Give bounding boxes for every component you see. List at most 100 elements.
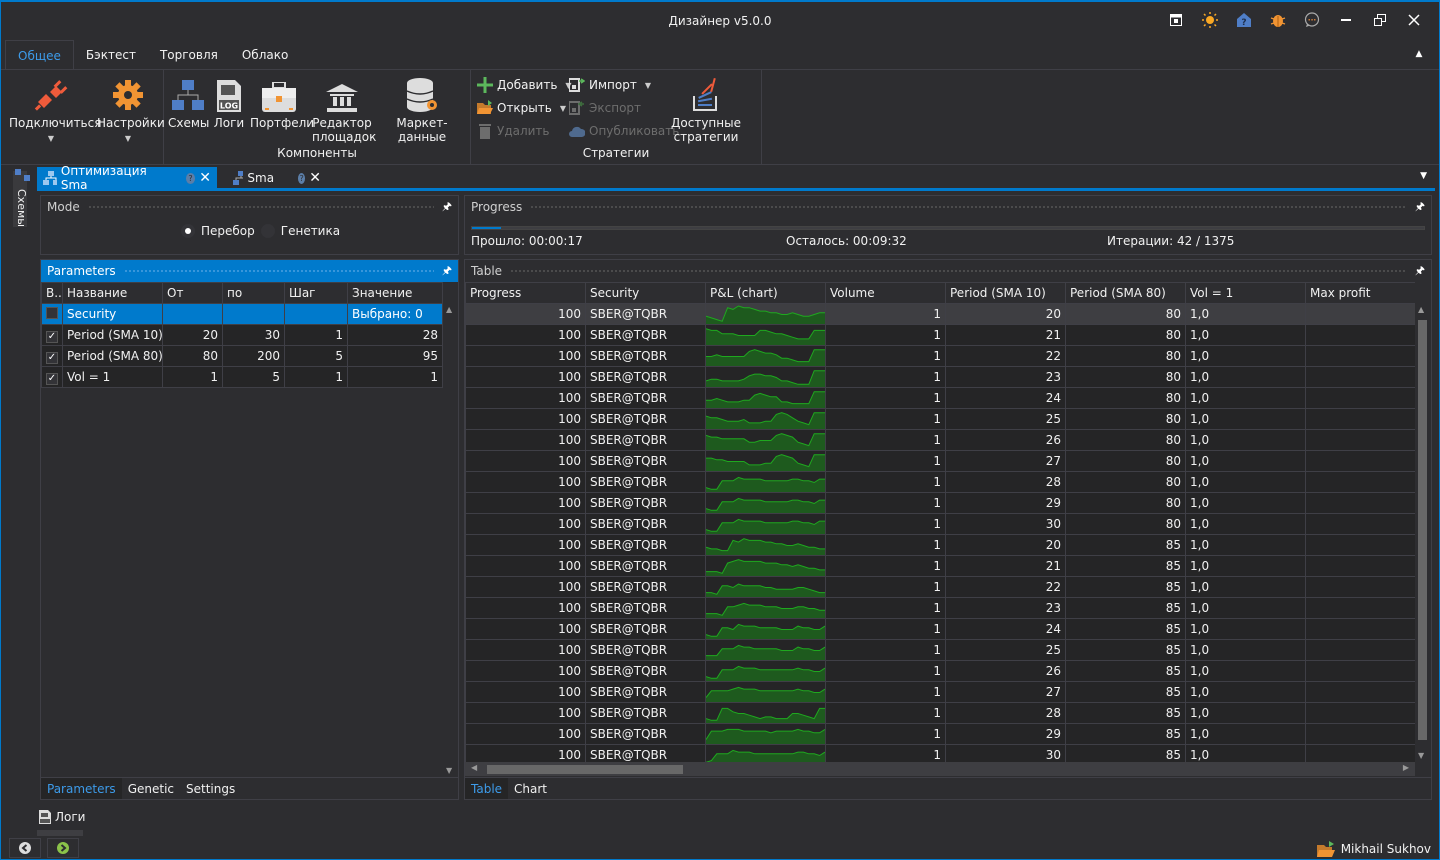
col-value[interactable]: Значение: [347, 282, 443, 304]
user-account[interactable]: Mikhail Sukhov: [1316, 840, 1431, 858]
col-security[interactable]: Security: [585, 282, 706, 304]
help-icon[interactable]: ?: [185, 172, 196, 184]
result-row[interactable]: 100SBER@TQBR 121801,05,7: [465, 324, 1415, 346]
logs-pane-tab[interactable]: Логи: [39, 810, 85, 824]
result-row[interactable]: 100SBER@TQBR 125801,09,7: [465, 408, 1415, 430]
delete-strategy-button[interactable]: Удалить: [477, 121, 550, 141]
pin-icon[interactable]: 🖈: [442, 262, 452, 281]
scroll-right-icon[interactable]: ▶: [1403, 763, 1409, 772]
param-from-cell[interactable]: 80: [162, 345, 223, 367]
open-strategy-button[interactable]: Открыть ▼: [477, 98, 566, 118]
param-to-cell[interactable]: 200: [222, 345, 285, 367]
collapse-ribbon-button[interactable]: ▲: [1409, 46, 1429, 62]
results-vscroll-thumb[interactable]: [1418, 320, 1427, 740]
param-value-cell[interactable]: 1: [347, 366, 443, 388]
col-pnl-chart[interactable]: P&L (chart): [705, 282, 826, 304]
close-tab-icon[interactable]: ✕: [199, 170, 211, 186]
param-name-cell[interactable]: Vol = 1: [62, 366, 163, 388]
ribbon-tab-trading[interactable]: Торговля: [148, 40, 230, 70]
publish-button[interactable]: Опубликовать: [569, 121, 679, 141]
logs-button[interactable]: LOG Логи: [212, 74, 246, 130]
chat-icon[interactable]: [1295, 10, 1329, 30]
ribbon-tab-backtest[interactable]: Бэктест: [74, 40, 148, 70]
col-from[interactable]: От: [162, 282, 223, 304]
result-row[interactable]: 100SBER@TQBR 123851,011,2: [465, 597, 1415, 619]
theme-sun-icon[interactable]: [1193, 10, 1227, 30]
result-row[interactable]: 100SBER@TQBR 120801,05,7: [465, 303, 1415, 325]
param-value-cell[interactable]: 28: [347, 324, 443, 346]
result-row[interactable]: 100SBER@TQBR 123801,07,5: [465, 366, 1415, 388]
param-from-cell[interactable]: 1: [162, 366, 223, 388]
market-data-button[interactable]: Маркет-данные: [376, 74, 468, 144]
result-row[interactable]: 100SBER@TQBR 128851,011,4: [465, 702, 1415, 724]
enabled-checkbox[interactable]: ✓: [46, 351, 58, 364]
result-row[interactable]: 100SBER@TQBR 124851,010,2: [465, 618, 1415, 640]
scroll-left-icon[interactable]: ◀: [471, 763, 477, 772]
tab-settings[interactable]: Settings: [180, 778, 241, 799]
scroll-up-icon[interactable]: ▲: [1418, 305, 1424, 314]
results-vscrollbar[interactable]: ▲ ▼: [1415, 303, 1429, 762]
settings-button[interactable]: Настройки ▼: [97, 74, 165, 146]
col-enabled[interactable]: В..: [41, 282, 63, 304]
col-to[interactable]: по: [222, 282, 285, 304]
col-period-sma80[interactable]: Period (SMA 80): [1065, 282, 1186, 304]
param-value-cell[interactable]: Выбрано: 0: [347, 303, 443, 325]
enabled-checkbox-cell[interactable]: ✓: [41, 345, 63, 367]
enabled-checkbox[interactable]: ✓: [46, 372, 58, 385]
minimize-icon[interactable]: [1329, 10, 1363, 30]
tab-table[interactable]: Table: [465, 778, 509, 799]
result-row[interactable]: 100SBER@TQBR 121851,08,1: [465, 555, 1415, 577]
enabled-checkbox[interactable]: [46, 306, 58, 319]
col-vol[interactable]: Vol = 1: [1185, 282, 1306, 304]
radio-genetic[interactable]: [260, 224, 275, 238]
pin-icon[interactable]: 🖈: [442, 198, 452, 217]
col-step[interactable]: Шаг: [284, 282, 348, 304]
board-editor-button[interactable]: Редактор площадок: [312, 74, 376, 144]
enabled-checkbox-cell[interactable]: [41, 303, 63, 325]
back-button[interactable]: [9, 838, 41, 858]
param-from-cell[interactable]: 20: [162, 324, 223, 346]
result-row[interactable]: 100SBER@TQBR 130801,011,2: [465, 513, 1415, 535]
param-from-cell[interactable]: [162, 303, 223, 325]
close-tab-icon[interactable]: ✕: [309, 170, 321, 186]
enabled-checkbox-cell[interactable]: ✓: [41, 366, 63, 388]
tab-parameters[interactable]: Parameters: [41, 778, 122, 799]
pin-icon[interactable]: 🖈: [1415, 198, 1425, 217]
result-row[interactable]: 100SBER@TQBR 127801,09,8: [465, 450, 1415, 472]
restore-icon[interactable]: [1363, 10, 1397, 30]
param-step-cell[interactable]: 1: [284, 324, 348, 346]
param-name-cell[interactable]: Period (SMA 10): [62, 324, 163, 346]
param-to-cell[interactable]: 30: [222, 324, 285, 346]
layout-icon[interactable]: [1159, 10, 1193, 30]
parameter-row[interactable]: ✓ Period (SMA 10) 20 30 1 28: [41, 324, 443, 346]
parameter-row[interactable]: ✓ Vol = 11511: [41, 366, 443, 388]
col-max-profit[interactable]: Max profit: [1305, 282, 1415, 304]
connect-button[interactable]: Подключиться ▼: [9, 74, 101, 146]
col-volume[interactable]: Volume: [825, 282, 946, 304]
result-row[interactable]: 100SBER@TQBR 122801,06,7: [465, 345, 1415, 367]
ribbon-tab-cloud[interactable]: Облако: [230, 40, 300, 70]
results-hscrollbar[interactable]: ◀ ▶: [465, 762, 1415, 776]
forward-button[interactable]: [47, 838, 79, 858]
result-row[interactable]: 100SBER@TQBR 125851,011,8: [465, 639, 1415, 661]
result-row[interactable]: 100SBER@TQBR 122851,07,4: [465, 576, 1415, 598]
scroll-up-icon[interactable]: ▲: [446, 305, 452, 314]
import-button[interactable]: Импорт ▼: [569, 75, 651, 95]
parameter-row[interactable]: Security Выбрано: 0: [41, 303, 443, 325]
param-step-cell[interactable]: [284, 303, 348, 325]
export-button[interactable]: Экспорт: [569, 98, 641, 118]
tab-chart[interactable]: Chart: [508, 778, 553, 799]
param-to-cell[interactable]: 5: [222, 366, 285, 388]
enabled-checkbox-cell[interactable]: ✓: [41, 324, 63, 346]
tab-genetic[interactable]: Genetic: [122, 778, 180, 799]
param-name-cell[interactable]: Period (SMA 80): [62, 345, 163, 367]
doc-tab-optimization[interactable]: Оптимизация Sma ? ✕: [37, 164, 217, 192]
schemas-button[interactable]: Схемы: [168, 74, 209, 130]
col-name[interactable]: Название: [62, 282, 163, 304]
result-row[interactable]: 100SBER@TQBR 127851,010,9: [465, 681, 1415, 703]
portfolios-button[interactable]: Портфели: [250, 74, 314, 130]
pin-icon[interactable]: 🖈: [1415, 262, 1425, 281]
doc-tab-sma[interactable]: Sma ? ✕: [227, 167, 327, 189]
scroll-down-icon[interactable]: ▼: [446, 766, 452, 775]
ribbon-tab-general[interactable]: Общее: [5, 40, 74, 70]
